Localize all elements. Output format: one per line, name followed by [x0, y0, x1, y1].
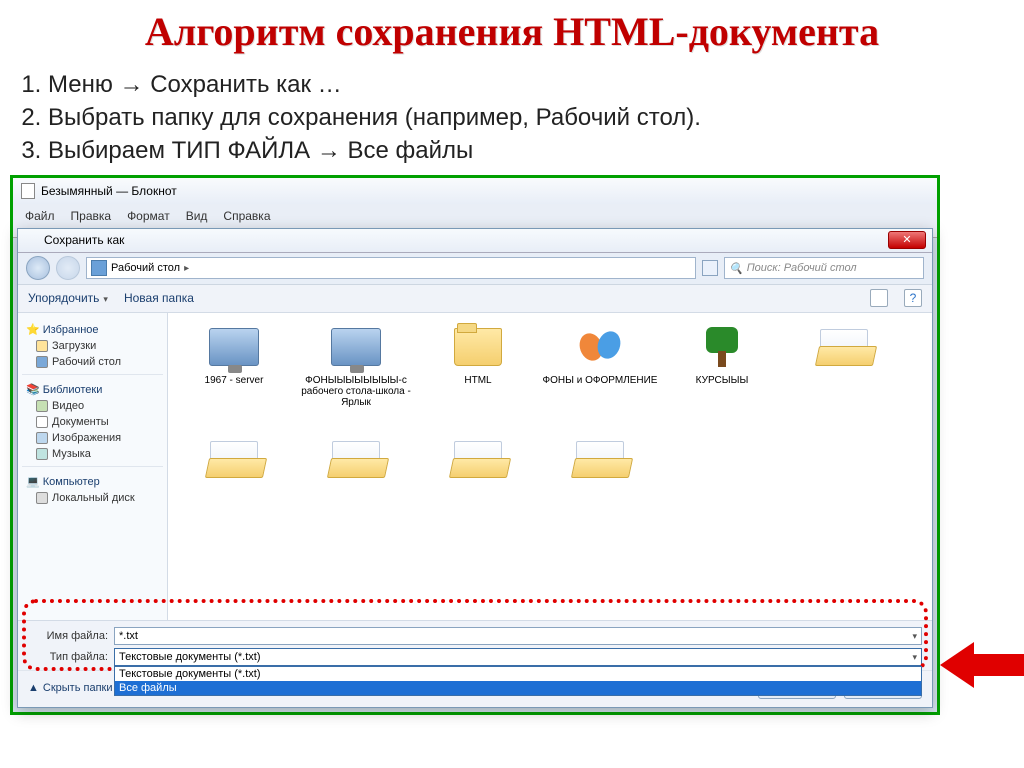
- computer-icon: [209, 328, 259, 366]
- view-mode-icon[interactable]: [870, 289, 888, 307]
- save-as-dialog: Сохранить как ✕ Рабочий стол 🔍 Поиск: Ра…: [17, 228, 933, 708]
- organize-menu[interactable]: Упорядочить: [28, 291, 108, 305]
- breadcrumb[interactable]: Рабочий стол: [86, 257, 696, 279]
- notepad-titlebar: Безымянный — Блокнот: [13, 178, 937, 204]
- sidebar-item-desktop[interactable]: Рабочий стол: [22, 354, 163, 370]
- sidebar-item-images[interactable]: Изображения: [22, 430, 163, 446]
- search-placeholder: Поиск: Рабочий стол: [747, 262, 857, 274]
- filetype-label: Тип файла:: [28, 651, 108, 663]
- filename-panel: Имя файла: *.txt Тип файла: Текстовые до…: [18, 620, 932, 670]
- music-icon: [36, 448, 48, 460]
- slide-title: Алгоритм сохранения HTML-документа: [0, 0, 1024, 69]
- search-icon: 🔍: [729, 262, 743, 275]
- folder-icon: [820, 329, 868, 365]
- folder-icon: [36, 340, 48, 352]
- filename-input[interactable]: *.txt: [114, 627, 922, 645]
- screenshot-frame: Безымянный — Блокнот Файл Правка Формат …: [10, 175, 940, 715]
- file-item[interactable]: КУРСЫЫЫ: [662, 319, 782, 429]
- back-button[interactable]: [26, 256, 50, 280]
- folder-icon: [454, 328, 502, 366]
- file-item[interactable]: 1967 - server: [174, 319, 294, 429]
- file-item[interactable]: [784, 319, 904, 429]
- menu-help[interactable]: Справка: [217, 207, 276, 223]
- menu-edit[interactable]: Правка: [65, 207, 118, 223]
- breadcrumb-text[interactable]: Рабочий стол: [111, 262, 180, 274]
- filename-label: Имя файла:: [28, 630, 108, 642]
- search-input[interactable]: 🔍 Поиск: Рабочий стол: [724, 257, 924, 279]
- dialog-titlebar: Сохранить как ✕: [18, 229, 932, 253]
- filetype-option[interactable]: Все файлы: [115, 681, 921, 695]
- menu-view[interactable]: Вид: [180, 207, 214, 223]
- sidebar-libraries-title[interactable]: 📚 Библиотеки: [22, 379, 163, 398]
- step-item: Выбрать папку для сохранения (например, …: [48, 102, 1008, 133]
- step-item: Меню → Сохранить как …: [48, 69, 1008, 100]
- notepad-menubar[interactable]: Файл Правка Формат Вид Справка: [13, 204, 937, 226]
- breadcrumb-separator-icon: [184, 262, 189, 274]
- forward-button[interactable]: [56, 256, 80, 280]
- folder-icon: [210, 441, 258, 477]
- image-icon: [36, 432, 48, 444]
- sidebar-computer-title[interactable]: 💻 Компьютер: [22, 471, 163, 490]
- help-icon[interactable]: ?: [904, 289, 922, 307]
- filetype-option[interactable]: Текстовые документы (*.txt): [115, 667, 921, 681]
- file-item[interactable]: [174, 431, 294, 541]
- hide-folders-link[interactable]: ▲ Скрыть папки: [28, 682, 112, 694]
- sidebar-item-video[interactable]: Видео: [22, 398, 163, 414]
- computer-icon: [331, 328, 381, 366]
- file-list[interactable]: 1967 - server ФОНЫЫЫЫЫЫЫЫ-с рабочего сто…: [168, 313, 932, 620]
- sidebar: ⭐ Избранное Загрузки Рабочий стол 📚 Библ…: [18, 313, 168, 620]
- file-item[interactable]: ФОНЫЫЫЫЫЫЫЫ-с рабочего стола-школа - Ярл…: [296, 319, 416, 429]
- close-button[interactable]: ✕: [888, 231, 926, 249]
- filetype-options: Текстовые документы (*.txt) Все файлы: [114, 666, 922, 696]
- dialog-icon: [24, 233, 38, 247]
- folder-icon: [576, 441, 624, 477]
- tree-icon: [702, 327, 742, 367]
- sidebar-item-music[interactable]: Музыка: [22, 446, 163, 462]
- dialog-toolbar: Упорядочить Новая папка ?: [18, 285, 932, 313]
- menu-file[interactable]: Файл: [19, 207, 61, 223]
- dialog-navbar: Рабочий стол 🔍 Поиск: Рабочий стол: [18, 253, 932, 285]
- butterfly-icon: [580, 327, 620, 367]
- arrow-annotation: [940, 642, 1024, 688]
- steps-list: Меню → Сохранить как … Выбрать папку для…: [0, 69, 1024, 175]
- folder-icon: [454, 441, 502, 477]
- file-item[interactable]: [418, 431, 538, 541]
- dialog-title: Сохранить как: [44, 233, 124, 247]
- document-icon: [36, 416, 48, 428]
- sidebar-favorites-title[interactable]: ⭐ Избранное: [22, 319, 163, 338]
- notepad-title: Безымянный — Блокнот: [41, 184, 177, 198]
- new-folder-button[interactable]: Новая папка: [124, 291, 194, 305]
- file-item[interactable]: [296, 431, 416, 541]
- file-item[interactable]: ФОНЫ и ОФОРМЛЕНИЕ: [540, 319, 660, 429]
- refresh-icon[interactable]: [702, 260, 718, 276]
- desktop-icon: [36, 356, 48, 368]
- menu-format[interactable]: Формат: [121, 207, 176, 223]
- desktop-icon: [91, 260, 107, 276]
- chevron-down-icon: [908, 651, 917, 663]
- dialog-body: ⭐ Избранное Загрузки Рабочий стол 📚 Библ…: [18, 313, 932, 620]
- chevron-down-icon[interactable]: [908, 630, 917, 642]
- document-icon: [21, 183, 35, 199]
- step-item: Выбираем ТИП ФАЙЛА → Все файлы: [48, 135, 1008, 166]
- folder-icon: [332, 441, 380, 477]
- disk-icon: [36, 492, 48, 504]
- sidebar-item-localdisk[interactable]: Локальный диск: [22, 490, 163, 506]
- sidebar-item-documents[interactable]: Документы: [22, 414, 163, 430]
- file-item[interactable]: HTML: [418, 319, 538, 429]
- file-item[interactable]: [540, 431, 660, 541]
- filetype-dropdown[interactable]: Текстовые документы (*.txt) Текстовые до…: [114, 648, 922, 666]
- video-icon: [36, 400, 48, 412]
- sidebar-item-downloads[interactable]: Загрузки: [22, 338, 163, 354]
